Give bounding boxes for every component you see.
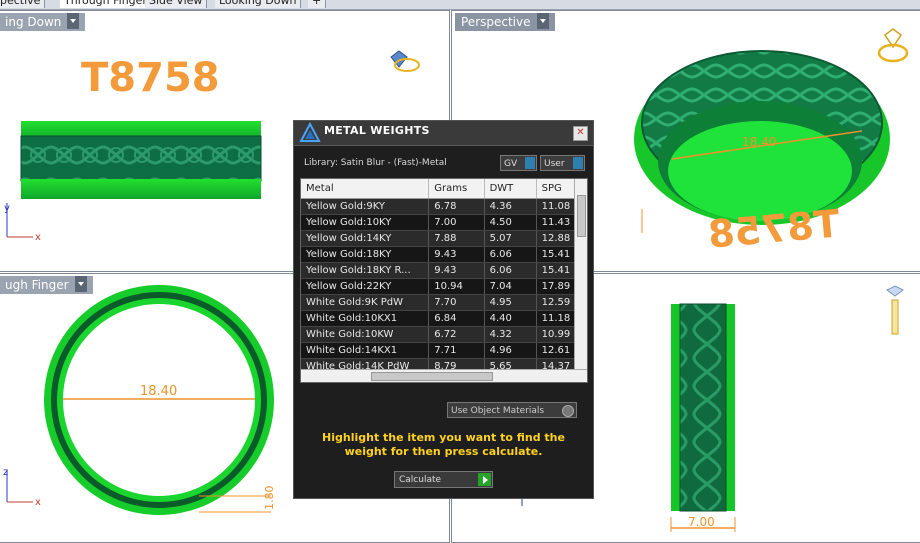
thickness-dimension-text: 1.80 xyxy=(263,486,276,511)
axis-x-label: x xyxy=(35,497,41,508)
metal-cell: Yellow Gold:14KY xyxy=(301,230,430,247)
metal-cell: White Gold:9K PdW xyxy=(301,294,430,311)
column-header-metal[interactable]: Metal xyxy=(301,179,430,199)
grams-cell: 9.43 xyxy=(428,246,485,263)
play-icon[interactable] xyxy=(478,473,491,486)
axis-y-label: y xyxy=(4,203,10,214)
ring-hole xyxy=(63,304,255,496)
chevron-down-icon[interactable] xyxy=(573,157,583,169)
calculate-button[interactable]: Calculate xyxy=(394,471,493,488)
table-row[interactable]: Yellow Gold:18KY 9.43 6.06 15.41 xyxy=(301,246,587,263)
dwt-cell: 5.07 xyxy=(484,230,537,247)
metal-table[interactable]: Metal Grams DWT SPG Yellow Gold:9KY 6.78 4… xyxy=(300,178,588,383)
table-row[interactable]: White Gold:14KX1 7.71 4.96 12.61 xyxy=(301,342,587,359)
metal-cell: Yellow Gold:22KY xyxy=(301,278,430,295)
column-header-grams[interactable]: Grams xyxy=(428,179,485,199)
table-row[interactable]: Yellow Gold:18KY R... 9.43 6.06 15.41 xyxy=(301,262,587,279)
dwt-cell: 7.04 xyxy=(484,278,537,295)
dwt-cell: 4.32 xyxy=(484,326,537,343)
grams-cell: 10.94 xyxy=(428,278,485,295)
tab-side-view[interactable]: Side View xyxy=(145,0,208,8)
use-object-materials-select[interactable]: Use Object Materials xyxy=(447,402,577,418)
grams-cell: 6.84 xyxy=(428,310,485,327)
table-horizontal-scrollbar[interactable] xyxy=(301,369,587,382)
ring-side-pattern xyxy=(679,303,727,512)
tab-looking-down[interactable]: Looking Down xyxy=(215,0,302,8)
gv-select-text: GV xyxy=(504,159,518,169)
user-select[interactable]: User xyxy=(540,155,585,171)
ring-pattern-band xyxy=(20,135,262,182)
metal-cell: Yellow Gold:18KY R... xyxy=(301,262,430,279)
tab-through-finger[interactable]: Through Finger xyxy=(60,0,152,8)
dwt-cell: 6.06 xyxy=(484,246,537,263)
column-header-dwt[interactable]: DWT xyxy=(484,179,537,199)
ring-gizmo-icon[interactable] xyxy=(390,50,420,72)
user-select-text: User xyxy=(544,159,565,169)
table-vertical-scrollbar[interactable] xyxy=(574,179,587,369)
grams-cell: 6.72 xyxy=(428,326,485,343)
metal-weights-dialog: METAL WEIGHTS ✕ Library: Satin Blur - (F… xyxy=(293,120,594,499)
table-row[interactable]: White Gold:9K PdW 7.70 4.95 12.59 xyxy=(301,294,587,311)
library-label: Library: Satin Blur - (Fast)-Metal xyxy=(304,158,447,168)
table-row[interactable]: Yellow Gold:10KY 7.00 4.50 11.43 xyxy=(301,214,587,231)
grams-cell: 7.88 xyxy=(428,230,485,247)
width-dimension-text: 7.00 xyxy=(688,515,715,529)
metal-cell: White Gold:14KX1 xyxy=(301,342,430,359)
metal-cell: White Gold:10KX1 xyxy=(301,310,430,327)
instruction-text: Highlight the item you want to find the … xyxy=(322,431,565,458)
gv-select[interactable]: GV xyxy=(500,155,537,171)
close-icon[interactable]: ✕ xyxy=(573,126,588,141)
calculate-label: Calculate xyxy=(399,475,442,485)
dwt-cell: 4.95 xyxy=(484,294,537,311)
axis-z-label: z xyxy=(3,467,8,478)
tab-add[interactable]: + xyxy=(308,0,327,8)
dwt-cell: 4.36 xyxy=(484,198,537,215)
table-row[interactable]: Yellow Gold:22KY 10.94 7.04 17.89 xyxy=(301,278,587,295)
metal-cell: White Gold:10KW xyxy=(301,326,430,343)
dialog-titlebar[interactable]: METAL WEIGHTS ✕ xyxy=(294,121,593,146)
grams-cell: 6.78 xyxy=(428,198,485,215)
scroll-thumb[interactable] xyxy=(371,372,493,381)
metal-cell: Yellow Gold:18KY xyxy=(301,246,430,263)
toggle-knob-icon[interactable] xyxy=(562,405,574,417)
ring-gizmo-icon[interactable] xyxy=(877,28,909,63)
use-object-materials-text: Use Object Materials xyxy=(451,406,545,416)
table-row[interactable]: White Gold:10KW 6.72 4.32 10.99 xyxy=(301,326,587,343)
view-tabbar: pective Through Finger Side View Looking… xyxy=(0,0,920,10)
table-row[interactable]: White Gold:10KX1 6.84 4.40 11.18 xyxy=(301,310,587,327)
diameter-dimension-text: 18.40 xyxy=(742,135,776,149)
metal-cell: Yellow Gold:10KY xyxy=(301,214,430,231)
table-row[interactable]: Yellow Gold:9KY 6.78 4.36 11.08 xyxy=(301,198,587,215)
grams-cell: 7.70 xyxy=(428,294,485,311)
grams-cell: 9.43 xyxy=(428,262,485,279)
app-logo-icon xyxy=(299,122,321,142)
chevron-down-icon[interactable] xyxy=(525,157,535,169)
dwt-cell: 4.96 xyxy=(484,342,537,359)
dialog-title: METAL WEIGHTS xyxy=(324,124,430,137)
axis-x-label: x xyxy=(35,232,41,243)
metal-weights-table: Metal Grams DWT SPG Yellow Gold:9KY 6.78 4… xyxy=(301,179,587,375)
dwt-cell: 4.40 xyxy=(484,310,537,327)
metal-cell: Yellow Gold:9KY xyxy=(301,198,430,215)
ring-bottom-rim xyxy=(21,179,261,199)
scroll-thumb[interactable] xyxy=(577,195,586,237)
grams-cell: 7.71 xyxy=(428,342,485,359)
table-row[interactable]: Yellow Gold:14KY 7.88 5.07 12.88 xyxy=(301,230,587,247)
grams-cell: 7.00 xyxy=(428,214,485,231)
dwt-cell: 4.50 xyxy=(484,214,537,231)
diameter-dimension-text: 18.40 xyxy=(140,384,177,399)
dwt-cell: 6.06 xyxy=(484,262,537,279)
ring-gizmo-icon[interactable] xyxy=(886,285,904,335)
tab-perspective[interactable]: pective xyxy=(0,0,46,8)
